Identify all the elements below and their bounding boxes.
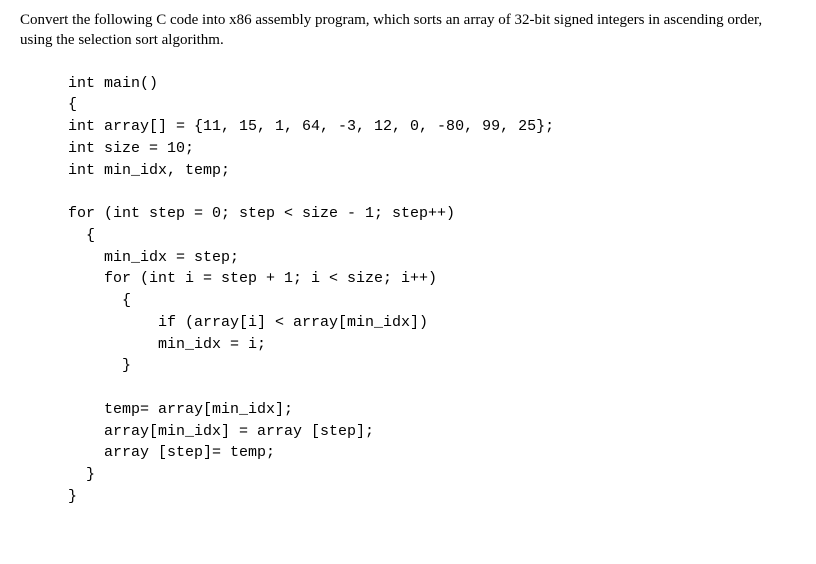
code-line: min_idx = step; (68, 249, 239, 266)
code-line: } (68, 488, 77, 505)
code-line: { (68, 292, 131, 309)
code-line: if (array[i] < array[min_idx]) (68, 314, 428, 331)
code-line: int array[] = {11, 15, 1, 64, -3, 12, 0,… (68, 118, 554, 135)
code-line: int main() (68, 75, 158, 92)
code-line: array[min_idx] = array [step]; (68, 423, 374, 440)
code-line: for (int step = 0; step < size - 1; step… (68, 205, 455, 222)
code-line: array [step]= temp; (68, 444, 275, 461)
code-line: { (68, 96, 77, 113)
code-line: int size = 10; (68, 140, 194, 157)
code-line: { (68, 227, 95, 244)
code-line: int min_idx, temp; (68, 162, 230, 179)
code-line: } (68, 357, 131, 374)
page-container: Convert the following C code into x86 as… (0, 0, 816, 508)
code-block: int main() { int array[] = {11, 15, 1, 6… (20, 73, 796, 508)
code-line: } (68, 466, 95, 483)
code-line: min_idx = i; (68, 336, 266, 353)
code-line: for (int i = step + 1; i < size; i++) (68, 270, 437, 287)
problem-instruction: Convert the following C code into x86 as… (20, 10, 796, 51)
code-line: temp= array[min_idx]; (68, 401, 293, 418)
